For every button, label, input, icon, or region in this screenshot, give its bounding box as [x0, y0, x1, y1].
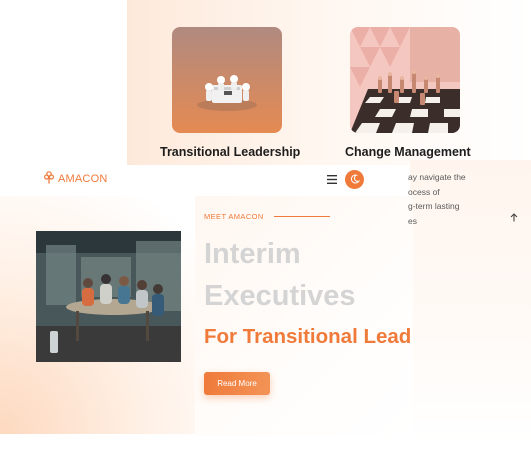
- transitional-leadership-image[interactable]: [172, 27, 282, 133]
- hamburger-menu-icon[interactable]: [325, 173, 339, 187]
- side-description-text: ay navigate the ocess of g-term lasting …: [408, 170, 488, 228]
- eyebrow-divider: [273, 216, 330, 217]
- hero-title: Interim Executives: [204, 233, 356, 317]
- hero-title-line: Interim: [204, 238, 301, 270]
- hero-subtitle-container: For Transitional Lead: [204, 322, 412, 354]
- hero-subtitle: For Transitional Lead: [204, 325, 412, 348]
- hero-title-line: Executives: [204, 280, 356, 312]
- tree-icon: [43, 171, 55, 187]
- office-meeting-photo: [36, 231, 181, 362]
- arrow-up-icon[interactable]: [510, 213, 518, 225]
- theme-toggle-button[interactable]: [345, 170, 364, 189]
- service-title-transitional-leadership[interactable]: Transitional Leadership: [160, 145, 300, 159]
- side-text-line: g-term lasting: [408, 201, 460, 211]
- read-more-button[interactable]: Read More: [204, 372, 270, 395]
- hero-eyebrow-text: MEET AMACON: [204, 212, 264, 221]
- brand-logo[interactable]: AMACON: [43, 171, 108, 187]
- service-title-change-management[interactable]: Change Management: [345, 145, 471, 159]
- side-text-line: es: [408, 215, 417, 226]
- change-management-image[interactable]: [350, 27, 460, 133]
- side-text-line: ocess of: [408, 186, 440, 197]
- hero-eyebrow: MEET AMACON: [204, 212, 330, 221]
- moon-icon: [350, 171, 360, 189]
- side-text-line: ay navigate the: [408, 172, 466, 182]
- brand-logo-text: AMACON: [58, 173, 108, 185]
